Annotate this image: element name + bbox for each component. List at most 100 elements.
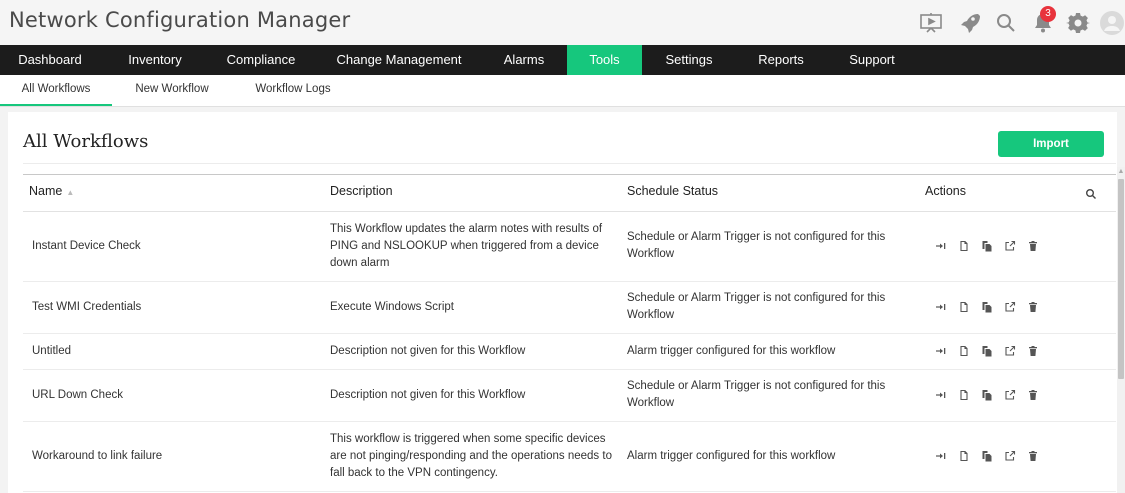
column-name-label: Name: [29, 184, 63, 198]
row-actions: [935, 369, 1050, 421]
column-description: Description: [330, 184, 393, 198]
workflow-name[interactable]: Instant Device Check: [32, 238, 141, 255]
nav-inventory[interactable]: Inventory: [105, 45, 205, 75]
presentation-icon[interactable]: [919, 11, 943, 35]
table-row[interactable]: Test WMI Credentials Execute Windows Scri…: [23, 281, 1116, 334]
scroll-thumb[interactable]: [1118, 179, 1124, 379]
workflow-schedule-status-cell: Alarm trigger configured for this workfl…: [627, 333, 902, 369]
execute-icon[interactable]: [935, 450, 947, 462]
copy-icon[interactable]: [981, 450, 993, 462]
export-icon[interactable]: [1004, 301, 1016, 313]
workflow-name[interactable]: Test WMI Credentials: [32, 299, 141, 316]
sort-icon[interactable]: ▲: [66, 188, 74, 197]
table-row[interactable]: Instant Device Check This Workflow update…: [23, 211, 1116, 282]
execute-icon[interactable]: [935, 301, 947, 313]
row-actions: [935, 421, 1050, 491]
workflows-panel: All Workflows Import Name ▲ Description S…: [8, 112, 1117, 493]
workflow-name[interactable]: URL Down Check: [32, 387, 123, 404]
workflow-description-cell: Description not given for this Workflow: [330, 333, 615, 369]
delete-icon[interactable]: [1027, 345, 1039, 357]
user-avatar-icon[interactable]: [1100, 11, 1125, 35]
edit-icon[interactable]: [958, 301, 970, 313]
workflow-description-cell: Description not given for this Workflow: [330, 369, 615, 421]
table-row[interactable]: Workaround to link failure This workflow …: [23, 421, 1116, 492]
table-header: Name ▲ Description Schedule Status Action…: [23, 174, 1116, 212]
tab-workflow-logs[interactable]: Workflow Logs: [243, 75, 343, 104]
copy-icon[interactable]: [981, 345, 993, 357]
scroll-up-icon[interactable]: ▲: [1117, 167, 1125, 177]
workflow-schedule-status-cell: Schedule or Alarm Trigger is not configu…: [627, 211, 902, 281]
workflow-description: This Workflow updates the alarm notes wi…: [330, 222, 603, 269]
row-actions: [935, 211, 1050, 281]
export-icon[interactable]: [1004, 345, 1016, 357]
nav-dashboard[interactable]: Dashboard: [0, 45, 100, 75]
workflow-name-cell: Untitled: [32, 333, 312, 369]
title-bar: Network Configuration Manager 3: [0, 0, 1125, 45]
gear-icon[interactable]: [1066, 11, 1090, 35]
table-row[interactable]: Untitled Description not given for this W…: [23, 333, 1116, 370]
execute-icon[interactable]: [935, 240, 947, 252]
tab-all-workflows[interactable]: All Workflows: [0, 75, 112, 106]
workflow-description: This workflow is triggered when some spe…: [330, 432, 612, 479]
workflow-name[interactable]: Workaround to link failure: [32, 448, 162, 465]
divider: [23, 163, 1116, 164]
search-icon[interactable]: [994, 11, 1018, 35]
column-schedule-status: Schedule Status: [627, 184, 719, 198]
edit-icon[interactable]: [958, 240, 970, 252]
delete-icon[interactable]: [1027, 240, 1039, 252]
sub-nav: All Workflows New Workflow Workflow Logs: [0, 75, 1125, 107]
workflow-description: Description not given for this Workflow: [330, 344, 526, 357]
column-actions: Actions: [925, 184, 966, 198]
export-icon[interactable]: [1004, 450, 1016, 462]
nav-compliance[interactable]: Compliance: [211, 45, 311, 75]
workflow-schedule-status-cell: Schedule or Alarm Trigger is not configu…: [627, 281, 902, 333]
workflow-schedule-status: Alarm trigger configured for this workfl…: [627, 344, 836, 357]
tab-new-workflow[interactable]: New Workflow: [122, 75, 222, 104]
workflow-schedule-status-cell: Schedule or Alarm Trigger is not configu…: [627, 369, 902, 421]
vertical-scrollbar[interactable]: ▲: [1117, 167, 1125, 493]
workflow-name-cell: URL Down Check: [32, 369, 312, 421]
workflow-name-cell: Instant Device Check: [32, 211, 312, 281]
column-name[interactable]: Name ▲: [29, 175, 74, 211]
workflow-description-cell: Execute Windows Script: [330, 281, 615, 333]
rocket-icon[interactable]: [958, 11, 982, 35]
workflow-description: Execute Windows Script: [330, 300, 454, 313]
edit-icon[interactable]: [958, 450, 970, 462]
workflow-description: Description not given for this Workflow: [330, 388, 526, 401]
nav-change-management[interactable]: Change Management: [325, 45, 473, 75]
page-title: All Workflows: [23, 131, 149, 152]
app-title: Network Configuration Manager: [9, 8, 351, 32]
execute-icon[interactable]: [935, 389, 947, 401]
notification-badge[interactable]: 3: [1040, 6, 1056, 22]
workflow-description-cell: This workflow is triggered when some spe…: [330, 421, 615, 491]
workflow-name[interactable]: Untitled: [32, 343, 71, 360]
copy-icon[interactable]: [981, 240, 993, 252]
copy-icon[interactable]: [981, 301, 993, 313]
workflow-schedule-status: Alarm trigger configured for this workfl…: [627, 449, 836, 462]
workflow-schedule-status: Schedule or Alarm Trigger is not configu…: [627, 231, 886, 260]
workflow-schedule-status-cell: Alarm trigger configured for this workfl…: [627, 421, 902, 491]
nav-reports[interactable]: Reports: [739, 45, 823, 75]
execute-icon[interactable]: [935, 345, 947, 357]
table-row[interactable]: URL Down Check Description not given for …: [23, 369, 1116, 422]
workflow-schedule-status: Schedule or Alarm Trigger is not configu…: [627, 292, 886, 321]
workflow-schedule-status: Schedule or Alarm Trigger is not configu…: [627, 380, 886, 409]
workflow-description-cell: This Workflow updates the alarm notes wi…: [330, 211, 615, 281]
nav-tools[interactable]: Tools: [567, 45, 642, 75]
workflow-name-cell: Test WMI Credentials: [32, 281, 312, 333]
copy-icon[interactable]: [981, 389, 993, 401]
table-search-icon[interactable]: [1085, 187, 1097, 199]
nav-alarms[interactable]: Alarms: [482, 45, 566, 75]
export-icon[interactable]: [1004, 240, 1016, 252]
main-nav: Dashboard Inventory Compliance Change Ma…: [0, 45, 1125, 75]
delete-icon[interactable]: [1027, 301, 1039, 313]
edit-icon[interactable]: [958, 389, 970, 401]
nav-settings[interactable]: Settings: [647, 45, 731, 75]
row-actions: [935, 333, 1050, 369]
export-icon[interactable]: [1004, 389, 1016, 401]
edit-icon[interactable]: [958, 345, 970, 357]
delete-icon[interactable]: [1027, 450, 1039, 462]
delete-icon[interactable]: [1027, 389, 1039, 401]
nav-support[interactable]: Support: [830, 45, 914, 75]
import-button[interactable]: Import: [998, 131, 1104, 157]
